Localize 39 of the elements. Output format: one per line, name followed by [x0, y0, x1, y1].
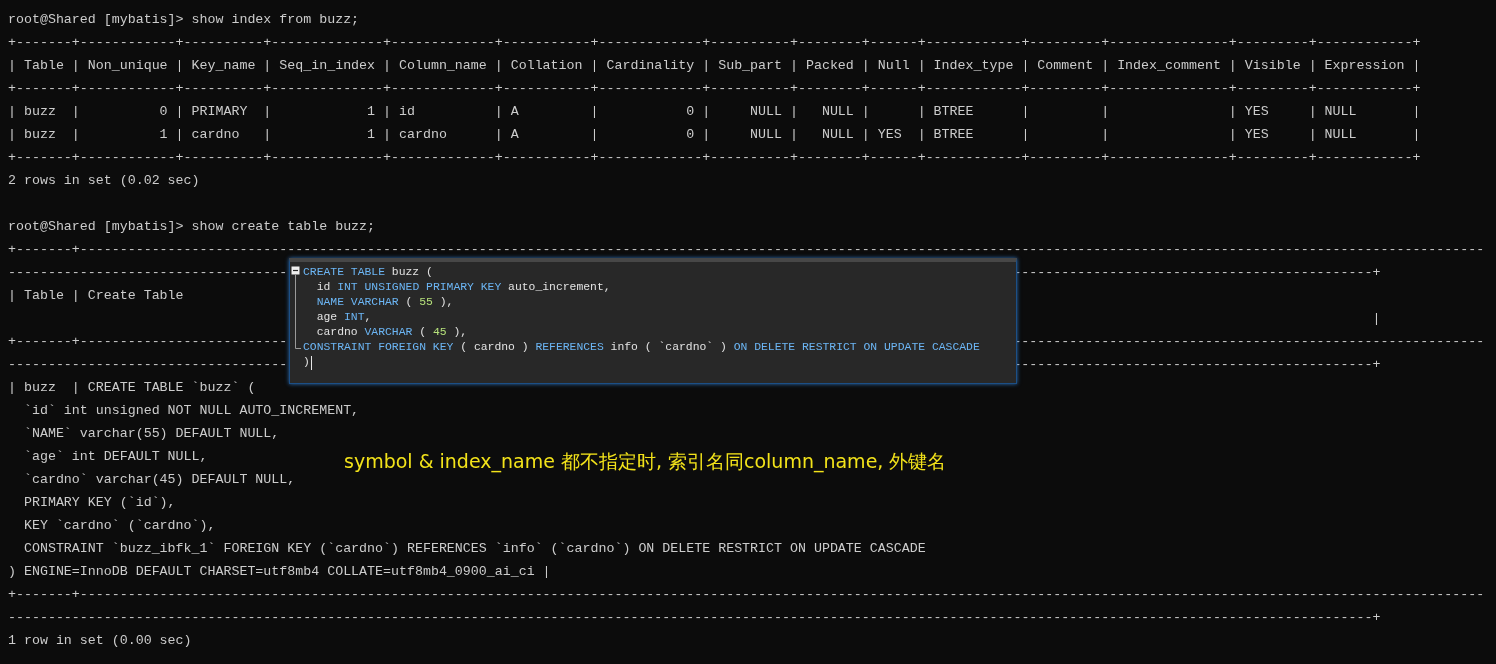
- terminal-line: | Table | Non_unique | Key_name | Seq_in_index | Column_name | Collation | Cardinality | Sub_part | Packed | Null | Index_type | Comment | Index_comment | Visible | Expression |: [8, 57, 1421, 75]
- terminal-line: `id` int unsigned NOT NULL AUTO_INCREMENT,: [22, 402, 360, 420]
- terminal-line: | Table | Create Table: [8, 287, 184, 305]
- terminal-line: `age` int DEFAULT NULL,: [22, 448, 208, 466]
- terminal-line: root@Shared [mybatis]> show index from buzz;: [8, 11, 360, 29]
- terminal-line: +-------+------------+----------+--------------+-------------+-----------+-------------+----------+--------+------+------------+---------+---------------+---------+------------+: [8, 80, 1421, 98]
- code-line: age INT,: [315, 310, 372, 325]
- terminal-line: CONSTRAINT `buzz_ibfk_1` FOREIGN KEY (`cardno`) REFERENCES `info` (`cardno`) ON DELETE RESTRICT ON UPDATE CASCADE: [22, 540, 926, 558]
- terminal-line: -----------------------------------: [8, 356, 288, 374]
- terminal-line: `NAME` varchar(55) DEFAULT NULL,: [22, 425, 280, 443]
- terminal-line: +-------+--------------------------------------------------------------------------------------------------------------------------------------------------------------------------------: [8, 586, 1485, 604]
- terminal-line: KEY `cardno` (`cardno`),: [22, 517, 216, 535]
- code-line: id INT UNSIGNED PRIMARY KEY auto_increment,: [315, 280, 611, 295]
- terminal-line: -----------------------------------: [8, 264, 288, 282]
- terminal-line: | buzz | 0 | PRIMARY | 1 | id | A | 0 | NULL | NULL | | BTREE | | | YES | NULL |: [8, 103, 1421, 121]
- terminal-line: 1 row in set (0.00 sec): [8, 632, 192, 650]
- terminal-line: +-------+------------+----------+--------------+-------------+-----------+-------------+----------+--------+------+------------+---------+---------------+---------+------------+: [8, 149, 1421, 167]
- terminal-line: | buzz | CREATE TABLE `buzz` (: [8, 379, 256, 397]
- terminal-line: ) ENGINE=InnoDB DEFAULT CHARSET=utf8mb4 COLLATE=utf8mb4_0900_ai_ci |: [8, 563, 551, 581]
- annotation-text: symbol & index_name 都不指定时, 索引名同column_name, 外键名: [344, 449, 947, 474]
- terminal-line: | buzz | 1 | cardno | 1 | cardno | A | 0 | NULL | NULL | YES | BTREE | | | YES | NULL |: [8, 126, 1421, 144]
- code-line: cardno VARCHAR ( 45 ),: [315, 325, 468, 340]
- terminal-line: root@Shared [mybatis]> show create table buzz;: [8, 218, 376, 236]
- terminal-line: 2 rows in set (0.02 sec): [8, 172, 200, 190]
- terminal-line: ---------------------------------------------+: [1013, 264, 1381, 282]
- terminal-line: ---------------------------------------------------------------------------------------------------------------------------------------------------------------------------+: [8, 609, 1381, 627]
- code-line: NAME VARCHAR ( 55 ),: [315, 295, 454, 310]
- terminal-line: +-------+------------+----------+--------------+-------------+-----------+-------------+----------+--------+------+------------+---------+---------------+---------+------------+: [8, 34, 1421, 52]
- code-line: CONSTRAINT FOREIGN KEY ( cardno ) REFERENCES info ( `cardno` ) ON DELETE RESTRICT ON UPDATE CASCADE: [303, 340, 980, 355]
- terminal-line: +-------+--------------------------------------------------------------------------------------------------------------------------------------------------------------------------------: [8, 241, 1485, 259]
- text-cursor: [310, 355, 312, 370]
- terminal-line: ---------------------------------------------+: [1013, 356, 1381, 374]
- terminal-line: PRIMARY KEY (`id`),: [22, 494, 176, 512]
- terminal-line: |: [1371, 310, 1381, 328]
- terminal-line: `cardno` varchar(45) DEFAULT NULL,: [22, 471, 296, 489]
- terminal-line: +-------+--------------------------: [8, 333, 288, 351]
- code-line: ): [303, 355, 312, 370]
- code-line: CREATE TABLE buzz (: [303, 265, 433, 280]
- terminal-line: -----------------------------------------------------------: [1013, 333, 1485, 351]
